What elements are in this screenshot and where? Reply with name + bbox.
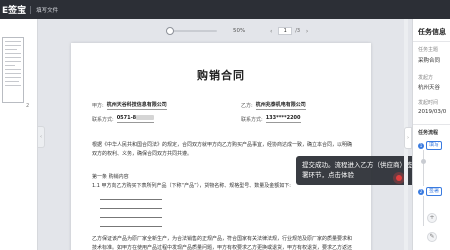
plus-icon[interactable]: + xyxy=(427,213,437,223)
task-info-title: 任务信息 xyxy=(418,28,446,36)
party-a-phone-label: 联系方式: xyxy=(92,116,114,123)
page-thumbnail[interactable] xyxy=(2,37,24,103)
flow-node xyxy=(421,159,426,164)
thumbnail-panel: 2 xyxy=(0,19,38,250)
fill-line[interactable] xyxy=(100,217,162,218)
fill-line[interactable] xyxy=(100,199,162,200)
party-b-row: 乙方: 杭州兆泰机电有限公司 xyxy=(241,101,306,110)
page-number-input[interactable]: 1 xyxy=(278,27,293,35)
collapse-left-panel-button[interactable]: ‹ xyxy=(38,126,45,148)
task-info-panel: 任务信息 任务主题 采购合同 发起方 杭州天谷 发起时间 2019/03/0 任… xyxy=(412,19,450,250)
party-b-phone-row: 联系方式: 133****2200 xyxy=(241,115,301,123)
time-label: 发起时间 xyxy=(418,100,439,106)
task-flow-title: 任务流程 xyxy=(418,130,439,136)
fill-line[interactable] xyxy=(100,226,162,227)
party-a-phone-field[interactable]: 0571-8 xyxy=(116,115,155,123)
task-name-label: 任务主题 xyxy=(418,47,439,53)
zoom-level: 50% xyxy=(233,28,246,34)
flow-step-fill-label: 填写 xyxy=(426,141,443,150)
edit-icon[interactable]: ✎ xyxy=(427,232,437,242)
initiator-label: 发起方 xyxy=(418,75,434,81)
flow-step-sign-label: 签署 xyxy=(426,187,443,196)
time-value: 2019/03/0 xyxy=(418,109,447,115)
party-b-phone-field[interactable]: 133****2200 xyxy=(265,115,301,123)
party-a-label: 甲方: xyxy=(92,103,104,109)
page-title: 填写文件 xyxy=(36,7,59,14)
flow-step-sign[interactable]: 2 签署 xyxy=(418,187,443,196)
clause-2: 乙方保证该产品为原厂家全新生产，为合法销售的正规产品，符合国家有关法律法规，行业… xyxy=(92,236,353,250)
party-a-row: 甲方: 杭州天谷科技信息有限公司 xyxy=(92,101,167,110)
viewer-toolbar: 50% ‹ 1 /3 › xyxy=(165,25,345,37)
chevron-right-icon[interactable]: › xyxy=(303,28,311,35)
chevron-left-icon[interactable]: ‹ xyxy=(267,28,275,35)
page-total: /3 xyxy=(295,28,301,34)
zoom-slider[interactable] xyxy=(166,27,217,35)
party-b-phone-label: 联系方式: xyxy=(241,116,263,123)
initiator-value: 杭州天谷 xyxy=(418,85,441,91)
flow-step-fill[interactable]: 1 填写 xyxy=(418,141,443,150)
header-divider xyxy=(30,5,32,14)
fill-line[interactable] xyxy=(100,208,162,209)
chevron-left-icon: ‹ xyxy=(40,134,42,140)
top-bar: E签宝 填写文件 xyxy=(0,0,450,19)
page-navigator: ‹ 1 /3 › xyxy=(267,27,311,35)
redacted-mask xyxy=(136,115,155,120)
party-a-phone-row: 联系方式: 0571-8 xyxy=(92,115,155,123)
app-logo: E签宝 xyxy=(2,6,27,16)
collapse-right-panel-button[interactable]: › xyxy=(404,127,412,149)
contract-title: 购销合同 xyxy=(197,69,245,82)
party-a-field[interactable]: 杭州天谷科技信息有限公司 xyxy=(106,101,167,110)
zoom-slider-handle[interactable] xyxy=(166,27,174,35)
party-b-field[interactable]: 杭州兆泰机电有限公司 xyxy=(255,101,306,110)
task-name-value: 采购合同 xyxy=(418,58,441,64)
party-b-label: 乙方: xyxy=(241,103,253,109)
chevron-right-icon: › xyxy=(407,135,409,141)
document-page: 购销合同 甲方: 杭州天谷科技信息有限公司 乙方: 杭州兆泰机电有限公司 联系方… xyxy=(71,43,371,250)
thumbnail-page-number: 2 xyxy=(26,103,30,109)
